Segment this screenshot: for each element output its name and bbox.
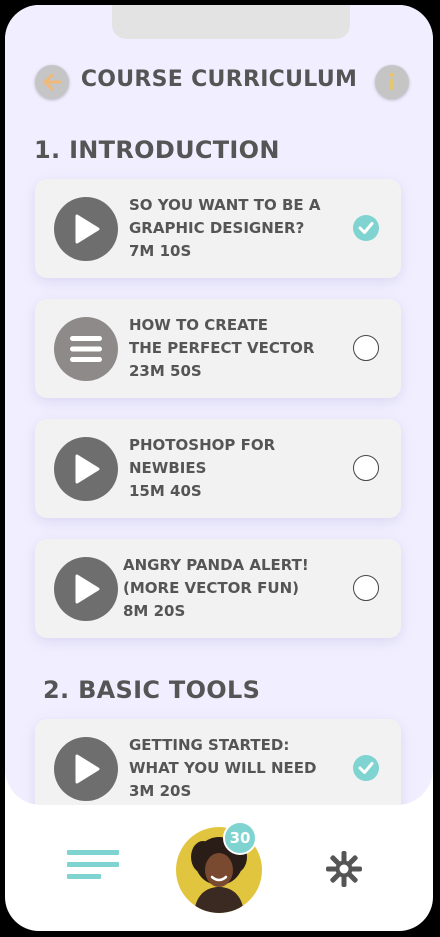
lesson-title-line: HOW TO CREATE <box>129 316 269 334</box>
lesson-duration: 23M 50S <box>129 362 202 380</box>
lesson-text: ANGRY PANDA ALERT! (MORE VECTOR FUN) 8M … <box>123 554 309 623</box>
menu-lines-icon <box>67 862 119 867</box>
completed-checkbox[interactable] <box>353 215 379 241</box>
lesson-duration: 15M 40S <box>129 482 202 500</box>
menu-tab-button[interactable] <box>67 850 119 886</box>
play-button[interactable] <box>54 197 118 261</box>
play-icon <box>75 454 100 484</box>
lesson-title-line: PHOTOSHOP FOR <box>129 436 276 454</box>
settings-button[interactable] <box>325 850 363 892</box>
lesson-thumbnail[interactable] <box>54 317 118 381</box>
section-title: 2. BASIC TOOLS <box>43 676 261 704</box>
page-title: COURSE CURRICULUM <box>80 67 358 92</box>
lesson-duration: 8M 20S <box>123 602 186 620</box>
play-button[interactable] <box>54 737 118 801</box>
section-title: 1. INTRODUCTION <box>34 136 280 164</box>
curriculum-screen: COURSE CURRICULUM 1. INTRODUCTION SO YOU… <box>5 5 433 805</box>
check-icon <box>358 762 374 774</box>
lesson-text: HOW TO CREATE THE PERFECT VECTOR 23M 50S <box>129 314 314 383</box>
device-notch <box>112 5 350 39</box>
play-icon <box>75 574 100 604</box>
menu-lines-icon <box>67 874 101 879</box>
lesson-card[interactable]: PHOTOSHOP FOR NEWBIES 15M 40S <box>35 419 401 518</box>
incomplete-checkbox[interactable] <box>353 455 379 481</box>
lesson-title-line: SO YOU WANT TO BE A <box>129 196 321 214</box>
profile-button[interactable]: 30 <box>176 821 262 913</box>
check-icon <box>358 222 374 234</box>
lesson-card[interactable]: HOW TO CREATE THE PERFECT VECTOR 23M 50S <box>35 299 401 398</box>
lesson-title-line: GETTING STARTED: <box>129 736 290 754</box>
lesson-title-line: WHAT YOU WILL NEED <box>129 759 317 777</box>
lesson-duration: 7M 10S <box>129 242 192 260</box>
lesson-text: PHOTOSHOP FOR NEWBIES 15M 40S <box>129 434 275 503</box>
info-icon <box>389 72 395 90</box>
lesson-card[interactable]: GETTING STARTED: WHAT YOU WILL NEED 3M 2… <box>35 719 401 805</box>
lesson-title-line: NEWBIES <box>129 459 207 477</box>
play-icon <box>75 214 100 244</box>
menu-lines-icon <box>67 850 119 855</box>
play-icon <box>75 754 100 784</box>
play-button[interactable] <box>54 437 118 501</box>
incomplete-checkbox[interactable] <box>353 575 379 601</box>
lesson-title-line: ANGRY PANDA ALERT! <box>123 556 309 574</box>
phone-frame: COURSE CURRICULUM 1. INTRODUCTION SO YOU… <box>5 5 433 931</box>
lesson-card[interactable]: ANGRY PANDA ALERT! (MORE VECTOR FUN) 8M … <box>35 539 401 638</box>
menu-icon <box>70 336 102 362</box>
completed-checkbox[interactable] <box>353 755 379 781</box>
incomplete-checkbox[interactable] <box>353 335 379 361</box>
lesson-card[interactable]: SO YOU WANT TO BE A GRAPHIC DESIGNER? 7M… <box>35 179 401 278</box>
info-button[interactable] <box>375 65 409 99</box>
lesson-title-line: GRAPHIC DESIGNER? <box>129 219 305 237</box>
lesson-text: SO YOU WANT TO BE A GRAPHIC DESIGNER? 7M… <box>129 194 320 263</box>
lesson-title-line: THE PERFECT VECTOR <box>129 339 315 357</box>
notification-badge: 30 <box>223 821 257 855</box>
lesson-text: GETTING STARTED: WHAT YOU WILL NEED 3M 2… <box>129 734 316 803</box>
lesson-duration: 3M 20S <box>129 782 192 800</box>
gear-icon <box>326 851 362 887</box>
lesson-title-line: (MORE VECTOR FUN) <box>123 579 300 597</box>
play-button[interactable] <box>54 557 118 621</box>
